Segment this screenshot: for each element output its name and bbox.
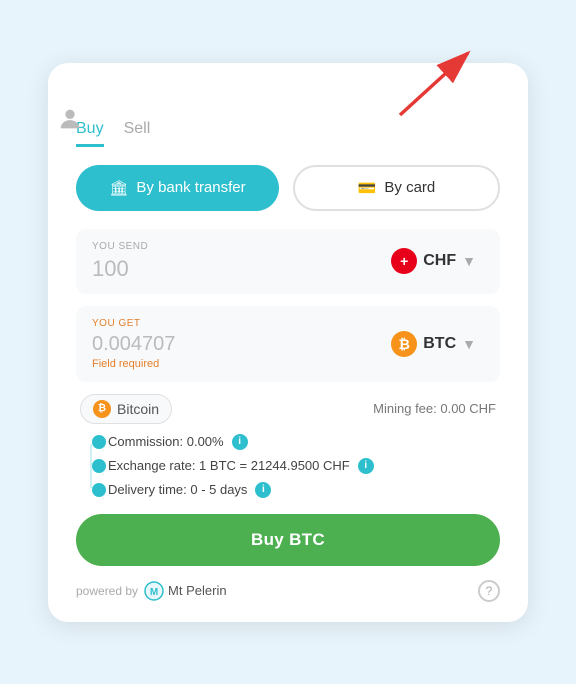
detail-delivery-time: Delivery time: 0 - 5 days i xyxy=(92,482,500,498)
user-icon xyxy=(56,105,84,133)
send-currency-selector[interactable]: + CHF ▼ xyxy=(383,244,484,278)
by-card-label: By card xyxy=(384,179,435,196)
red-arrow xyxy=(380,35,490,125)
powered-by-text: powered by xyxy=(76,584,138,598)
details-list: Commission: 0.00% i Exchange rate: 1 BTC… xyxy=(86,434,500,498)
get-currency-chevron: ▼ xyxy=(462,336,476,352)
btc-flag: ₿ xyxy=(391,331,417,357)
pelerin-logo-icon: M xyxy=(144,581,164,601)
coin-name: Bitcoin xyxy=(117,401,159,417)
chf-flag: + xyxy=(391,248,417,274)
get-label: YOU GET xyxy=(92,318,175,329)
by-card-button[interactable]: 💳 By card xyxy=(293,165,500,211)
send-currency-chevron: ▼ xyxy=(462,253,476,269)
svg-text:M: M xyxy=(150,587,158,598)
detail-exchange-rate: Exchange rate: 1 BTC = 21244.9500 CHF i xyxy=(92,458,500,474)
get-currency-selector[interactable]: ₿ BTC ▼ xyxy=(383,327,484,361)
send-value[interactable]: 100 xyxy=(92,256,148,282)
bank-icon: 🏛 xyxy=(109,179,128,197)
buy-btc-button[interactable]: Buy BTC xyxy=(76,514,500,566)
commission-info-icon[interactable]: i xyxy=(232,434,248,450)
mining-fee-text: Mining fee: 0.00 CHF xyxy=(373,401,496,416)
footer: powered by M Mt Pelerin ? xyxy=(76,580,500,602)
payment-buttons: 🏛 By bank transfer 💳 By card xyxy=(76,165,500,211)
details-list-wrap: Commission: 0.00% i Exchange rate: 1 BTC… xyxy=(76,434,500,498)
exchange-rate-text: Exchange rate: 1 BTC = 21244.9500 CHF xyxy=(108,458,350,473)
get-value[interactable]: 0.004707 xyxy=(92,333,175,356)
send-label: YOU SEND xyxy=(92,241,148,252)
send-input-wrap: YOU SEND 100 xyxy=(92,241,148,282)
bank-transfer-button[interactable]: 🏛 By bank transfer xyxy=(76,165,279,211)
delivery-time-info-icon[interactable]: i xyxy=(255,482,271,498)
bank-transfer-label: By bank transfer xyxy=(136,179,245,196)
bitcoin-badge[interactable]: ₿ Bitcoin xyxy=(80,394,172,424)
card-icon: 💳 xyxy=(358,179,377,197)
get-currency-code: BTC xyxy=(423,335,456,353)
commission-text: Commission: 0.00% xyxy=(108,434,224,449)
bitcoin-icon-small: ₿ xyxy=(93,400,111,418)
get-input-wrap: YOU GET 0.004707 Field required xyxy=(92,318,175,370)
field-required-text: Field required xyxy=(92,358,175,370)
main-card: Buy Sell 🏛 By bank transfer 💳 By card YO… xyxy=(48,63,528,622)
detail-commission: Commission: 0.00% i xyxy=(92,434,500,450)
delivery-time-text: Delivery time: 0 - 5 days xyxy=(108,482,247,497)
help-icon[interactable]: ? xyxy=(478,580,500,602)
mt-pelerin-logo: M Mt Pelerin xyxy=(144,581,227,601)
powered-by: powered by M Mt Pelerin xyxy=(76,581,227,601)
send-section: YOU SEND 100 + CHF ▼ xyxy=(76,229,500,294)
user-icon-button[interactable] xyxy=(56,105,480,138)
send-currency-code: CHF xyxy=(423,252,456,270)
brand-name: Mt Pelerin xyxy=(168,583,227,598)
exchange-rate-info-icon[interactable]: i xyxy=(358,458,374,474)
get-section: YOU GET 0.004707 Field required ₿ BTC ▼ xyxy=(76,306,500,382)
coin-info-row: ₿ Bitcoin Mining fee: 0.00 CHF xyxy=(76,394,500,424)
